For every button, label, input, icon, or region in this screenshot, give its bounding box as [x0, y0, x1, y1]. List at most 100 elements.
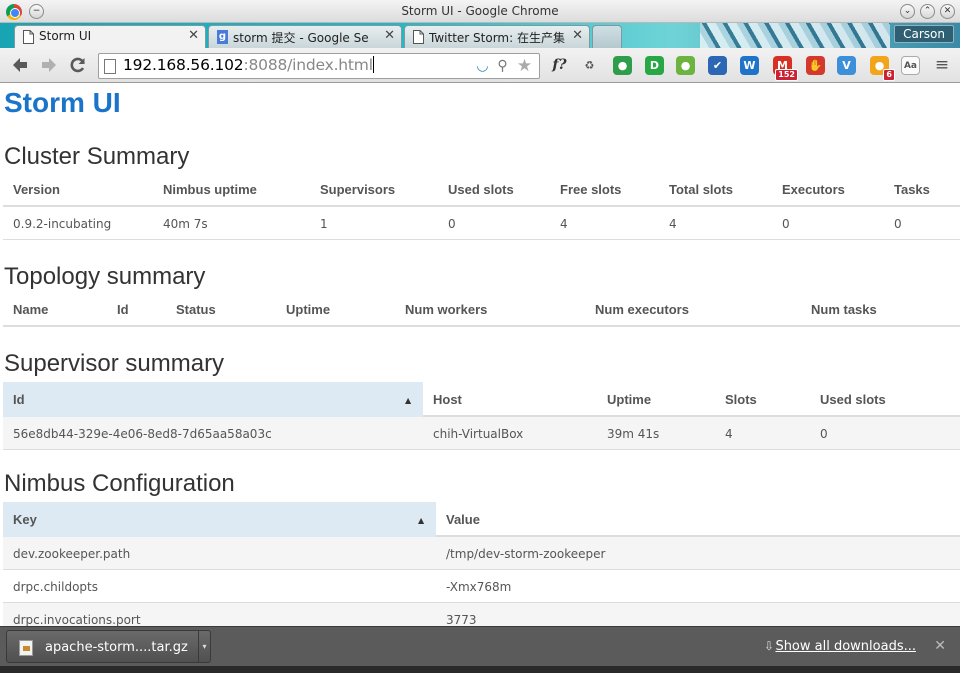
col-slots[interactable]: Slots: [725, 392, 757, 407]
supervisor-summary-table: Id ▲ Host Uptime Slots Used slots 56e8db…: [3, 382, 960, 450]
topology-summary-heading: Topology summary: [4, 263, 206, 290]
tab-label: Twitter Storm: 在生产集: [429, 31, 565, 45]
wave-icon[interactable]: ◡: [474, 58, 491, 75]
extension-badge: 6: [883, 69, 895, 81]
minimize-button[interactable]: ⌄: [900, 4, 915, 19]
v-icon[interactable]: V: [837, 56, 856, 75]
col-version[interactable]: Version: [13, 182, 60, 197]
cell-tasks: 0: [894, 217, 902, 231]
maximize-button[interactable]: ⌃: [920, 4, 935, 19]
download-item[interactable]: apache-storm....tar.gz ▾: [6, 630, 211, 663]
col-num-executors[interactable]: Num executors: [595, 302, 689, 317]
extension-badge: 152: [775, 69, 798, 81]
col-num-workers[interactable]: Num workers: [405, 302, 487, 317]
tab-close-icon[interactable]: ✕: [384, 28, 395, 43]
microphone-icon[interactable]: ⚲: [494, 58, 511, 75]
cell-supervisor-id: 56e8db44-329e-4e06-8ed8-7d65aa58a03c: [13, 427, 272, 441]
tab-twitter-storm[interactable]: Twitter Storm: 在生产集 ✕: [404, 25, 590, 48]
cluster-summary-heading: Cluster Summary: [4, 143, 190, 170]
col-status[interactable]: Status: [176, 302, 216, 317]
cell-key: drpc.invocations.port: [13, 613, 141, 626]
table-row: 56e8db44-329e-4e06-8ed8-7d65aa58a03c chi…: [3, 417, 960, 450]
cell-nimbus-uptime: 40m 7s: [163, 217, 208, 231]
close-shelf-icon[interactable]: ✕: [934, 638, 946, 654]
google-g-icon: g: [217, 30, 228, 44]
window-bottom-edge: [0, 666, 960, 673]
download-arrow-icon: ⇩: [763, 639, 774, 653]
col-uptime[interactable]: Uptime: [286, 302, 330, 317]
back-button[interactable]: [9, 55, 31, 77]
tab-google-search[interactable]: g storm 提交 - Google Se ✕: [208, 25, 402, 48]
bookmark-star-icon[interactable]: ★: [516, 58, 533, 75]
cell-value: 3773: [446, 613, 477, 626]
table-row: dev.zookeeper.path /tmp/dev-storm-zookee…: [3, 537, 960, 570]
browser-toolbar: 192.168.56.102:8088/index.html ◡ ⚲ ★ f? ♻…: [0, 48, 960, 83]
w-icon[interactable]: W: [740, 56, 759, 75]
col-value[interactable]: Value: [446, 512, 480, 527]
col-uptime[interactable]: Uptime: [607, 392, 651, 407]
checkmark-icon[interactable]: ✔: [708, 56, 727, 75]
col-key[interactable]: Key: [13, 512, 37, 527]
col-free-slots[interactable]: Free slots: [560, 182, 621, 197]
storm-ui-brand[interactable]: Storm UI: [4, 87, 121, 119]
tab-storm-ui[interactable]: Storm UI ✕: [14, 25, 206, 48]
col-executors[interactable]: Executors: [782, 182, 845, 197]
cell-executors: 0: [782, 217, 790, 231]
cell-supervisors: 1: [320, 217, 328, 231]
col-num-tasks[interactable]: Num tasks: [811, 302, 877, 317]
cluster-summary-table: Version Nimbus uptime Supervisors Used s…: [3, 172, 960, 240]
evernote-icon[interactable]: ●: [676, 56, 695, 75]
archive-file-icon: [19, 640, 33, 656]
d-icon[interactable]: D: [645, 56, 664, 75]
col-used-slots[interactable]: Used slots: [820, 392, 886, 407]
col-tasks[interactable]: Tasks: [894, 182, 930, 197]
tab-close-icon[interactable]: ✕: [572, 28, 583, 43]
window-title: Storm UI - Google Chrome: [401, 4, 559, 18]
f-question-icon[interactable]: f?: [550, 56, 569, 75]
address-url[interactable]: 192.168.56.102:8088/index.html: [123, 56, 374, 74]
address-bar[interactable]: 192.168.56.102:8088/index.html ◡ ⚲ ★: [98, 53, 540, 79]
show-all-downloads-link[interactable]: Show all downloads...: [775, 639, 916, 654]
supervisor-summary-heading: Supervisor summary: [4, 350, 225, 377]
nimbus-configuration-table: Key ▲ Value dev.zookeeper.path /tmp/dev-…: [3, 502, 960, 626]
url-path: :8088/index.html: [243, 56, 373, 74]
aa-icon[interactable]: Aa: [901, 56, 920, 75]
close-window-button[interactable]: ✕: [940, 4, 955, 19]
page-icon: [104, 59, 116, 74]
sort-asc-icon[interactable]: ▲: [418, 516, 424, 525]
download-shelf: apache-storm....tar.gz ▾ ⇩ Show all down…: [0, 626, 960, 666]
green-circle-icon[interactable]: ●: [613, 56, 632, 75]
col-host[interactable]: Host: [433, 392, 462, 407]
cell-key: drpc.childopts: [13, 580, 98, 594]
profile-button[interactable]: Carson: [894, 25, 954, 43]
tab-close-icon[interactable]: ✕: [188, 28, 199, 43]
col-used-slots[interactable]: Used slots: [448, 182, 514, 197]
reload-icon: [70, 57, 85, 73]
sort-asc-icon[interactable]: ▲: [405, 396, 411, 405]
col-nimbus-uptime[interactable]: Nimbus uptime: [163, 182, 257, 197]
col-name[interactable]: Name: [13, 302, 48, 317]
reload-button[interactable]: [67, 55, 89, 77]
col-total-slots[interactable]: Total slots: [669, 182, 733, 197]
cell-used-slots: 0: [820, 427, 828, 441]
window-titlebar: − Storm UI - Google Chrome ⌄ ⌃ ✕: [0, 0, 960, 23]
new-tab-button[interactable]: [592, 25, 622, 48]
table-header: Version Nimbus uptime Supervisors Used s…: [3, 172, 960, 207]
download-menu-chevron-icon[interactable]: ▾: [198, 631, 210, 662]
table-row: 0.9.2-incubating 40m 7s 1 0 4 4 0 0: [3, 207, 960, 240]
sorted-column-highlight: [3, 502, 436, 537]
gmail-icon[interactable]: M 152: [773, 56, 798, 81]
table-header: Name Id Status Uptime Num workers Num ex…: [3, 292, 960, 327]
forward-button[interactable]: [38, 55, 60, 77]
col-id[interactable]: Id: [13, 392, 25, 407]
table-header: Id ▲ Host Uptime Slots Used slots: [3, 382, 960, 417]
col-id[interactable]: Id: [117, 302, 129, 317]
sorted-column-highlight: [3, 382, 423, 417]
chrome-menu-button[interactable]: ≡: [931, 55, 953, 77]
recycle-icon[interactable]: ♻: [580, 56, 599, 75]
cell-total-slots: 4: [669, 217, 677, 231]
stop-hand-icon[interactable]: ✋: [806, 56, 825, 75]
tab-label: storm 提交 - Google Se: [233, 31, 369, 45]
fruit-icon[interactable]: ● 6: [870, 56, 895, 81]
col-supervisors[interactable]: Supervisors: [320, 182, 395, 197]
